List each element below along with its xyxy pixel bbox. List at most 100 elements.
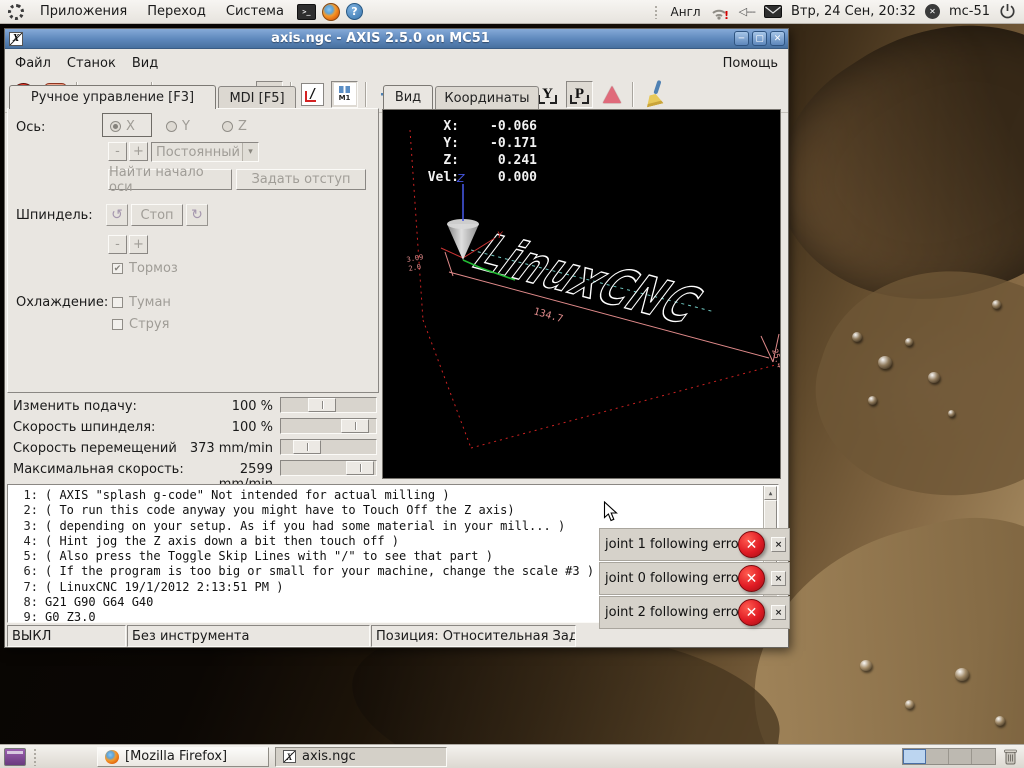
task-firefox[interactable]: [Mozilla Firefox] — [97, 747, 269, 767]
menu-view[interactable]: Вид — [132, 56, 158, 71]
workspace-4[interactable] — [972, 749, 995, 764]
jog-speed-slider[interactable] — [280, 439, 377, 455]
line-text: ( To run this code anyway you might have… — [45, 503, 515, 518]
workspace-1[interactable] — [903, 749, 926, 764]
keyboard-layout-indicator[interactable]: Англ — [671, 5, 701, 19]
maximize-button[interactable]: ▢ — [752, 31, 767, 46]
optional-pause-button[interactable]: M1 — [331, 81, 358, 108]
titlebar[interactable]: X axis.ngc - AXIS 2.5.0 on MC51 ─ ▢ ✕ — [5, 29, 788, 49]
window-icon: X — [9, 32, 23, 46]
spindle-stop-button[interactable]: Стоп — [131, 204, 183, 226]
gcode-line[interactable]: 1:( AXIS "splash g-code" Not intended fo… — [8, 488, 778, 503]
dro-axis-label: X: — [419, 118, 459, 135]
tab-dro[interactable]: Координаты — [435, 86, 539, 109]
terminal-launcher-icon[interactable]: >_ — [297, 4, 316, 20]
jog-plus-button[interactable]: + — [129, 142, 148, 161]
feed-override-slider[interactable] — [280, 397, 377, 413]
jog-minus-button[interactable]: - — [108, 142, 127, 161]
spindle-ccw-button[interactable]: ↺ — [106, 204, 128, 226]
jog-mode-combobox[interactable]: Постоянный ▾ — [151, 142, 259, 162]
slider-handle[interactable] — [341, 419, 369, 433]
flood-checkbox[interactable]: Струя — [112, 317, 169, 332]
line-text: G21 G90 G64 G40 — [45, 595, 153, 610]
view-perspective-icon: P — [569, 84, 590, 105]
clear-plot-button[interactable] — [641, 81, 668, 108]
user-menu[interactable]: mc-51 — [949, 4, 990, 19]
view-perspective-button[interactable]: P — [566, 81, 593, 108]
checkbox-label: Тормоз — [129, 261, 178, 276]
slider-handle[interactable] — [293, 440, 321, 454]
menu-machine[interactable]: Станок — [67, 56, 116, 71]
line-text: ( AXIS "splash g-code" Not intended for … — [45, 488, 450, 503]
dro-value: -0.171 — [459, 135, 537, 152]
error-icon: ✕ — [738, 531, 765, 558]
workspace-switcher[interactable] — [902, 748, 996, 765]
shutdown-icon[interactable] — [999, 3, 1016, 20]
network-status-icon[interactable]: ! — [710, 4, 730, 20]
jog-speed-value: 373 mm/min — [185, 441, 273, 456]
spindle-override-label: Скорость шпинделя: — [13, 417, 155, 437]
checkbox-label: Струя — [129, 317, 169, 332]
slider-handle[interactable] — [346, 461, 374, 475]
gcode-line[interactable]: 2:( To run this code anyway you might ha… — [8, 503, 778, 518]
radio-axis-y[interactable]: Y — [166, 119, 190, 134]
close-button[interactable]: ✕ — [770, 31, 785, 46]
radio-label: Z — [238, 119, 247, 134]
error-toast: joint 2 following error ✕ × — [599, 596, 790, 629]
clock[interactable]: Втр, 24 Сен, 20:32 — [791, 4, 916, 19]
minimize-button[interactable]: ─ — [734, 31, 749, 46]
task-label: axis.ngc — [302, 749, 356, 764]
line-number: 7: — [8, 580, 38, 595]
tab-mdi[interactable]: MDI [F5] — [218, 86, 296, 109]
firefox-launcher-icon[interactable] — [322, 3, 340, 21]
brake-checkbox[interactable]: ✔Тормоз — [112, 261, 178, 276]
distro-logo-icon[interactable] — [6, 2, 26, 22]
spindle-faster-button[interactable]: + — [129, 235, 148, 254]
mail-notification-icon[interactable] — [764, 5, 782, 18]
spindle-slower-button[interactable]: - — [108, 235, 127, 254]
toast-close-button[interactable]: × — [771, 605, 786, 620]
menu-system[interactable]: Система — [216, 0, 294, 24]
dro-row: Z:0.241 — [419, 152, 537, 169]
water-droplet — [992, 300, 1001, 309]
trash-icon[interactable] — [1003, 748, 1018, 766]
status-tool: Без инструмента — [127, 625, 370, 647]
touch-off-button[interactable]: Задать отступ — [236, 169, 366, 190]
workspace-3[interactable] — [949, 749, 972, 764]
tab-label: MDI [F5] — [229, 91, 284, 106]
combo-value: Постоянный — [156, 145, 240, 160]
toast-close-button[interactable]: × — [771, 571, 786, 586]
radio-axis-x[interactable]: X — [110, 119, 135, 134]
workspace-2[interactable] — [926, 749, 949, 764]
menu-applications[interactable]: Приложения — [30, 0, 137, 24]
spindle-label: Шпиндель: — [16, 208, 93, 223]
slider-handle[interactable] — [308, 398, 336, 412]
toast-close-button[interactable]: × — [771, 537, 786, 552]
show-desktop-button[interactable] — [4, 748, 26, 766]
task-axis[interactable]: X axis.ngc — [275, 747, 447, 767]
radio-axis-z[interactable]: Z — [222, 119, 247, 134]
tab-preview[interactable]: Вид — [383, 85, 433, 109]
max-velocity-slider[interactable] — [280, 460, 377, 476]
spindle-override-slider[interactable] — [280, 418, 377, 434]
toggle-skip-lines-button[interactable]: / — [299, 81, 326, 108]
tab-manual-control[interactable]: Ручное управление [F3] — [9, 85, 216, 109]
home-axis-button[interactable]: Найти начало оси — [108, 169, 232, 190]
chevron-down-icon[interactable]: ▾ — [242, 143, 258, 161]
volume-muted-icon[interactable]: ◁--- — [739, 5, 755, 18]
tab-label: Координаты — [444, 91, 529, 106]
tray-grip — [654, 5, 659, 19]
rotate-view-button[interactable] — [598, 81, 625, 108]
help-launcher-icon[interactable]: ? — [346, 3, 363, 20]
mist-checkbox[interactable]: Туман — [112, 295, 171, 310]
menu-file[interactable]: Файл — [15, 56, 51, 71]
scroll-up-icon[interactable]: ▲ — [764, 486, 777, 500]
checkbox-icon — [112, 297, 123, 308]
menu-places[interactable]: Переход — [137, 0, 216, 24]
dro-row: Vel:0.000 — [419, 169, 537, 186]
menu-help[interactable]: Помощь — [723, 56, 778, 71]
spindle-cw-button[interactable]: ↻ — [186, 204, 208, 226]
preview-canvas[interactable]: 134.7 25.4 3.09 2.0 LinuxCNC Y Z — [382, 109, 781, 479]
water-droplet — [868, 396, 877, 405]
error-icon: ✕ — [738, 565, 765, 592]
